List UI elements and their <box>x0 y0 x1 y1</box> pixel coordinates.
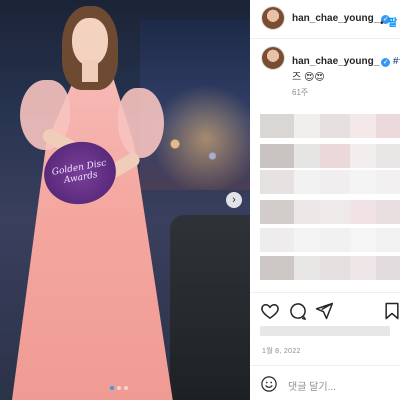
heart-icon[interactable] <box>260 301 280 321</box>
chevron-right-icon: › <box>232 194 236 206</box>
caption-line-2: 즈 😍😍 <box>292 72 325 83</box>
bookmark-icon[interactable] <box>382 301 400 321</box>
caption: han_chae_young_✓ #골 즈 😍😍 61주 <box>250 40 400 98</box>
comment-row <box>260 256 400 280</box>
separator-dot: • <box>380 18 384 29</box>
blurred-comments <box>260 110 400 290</box>
comment-row <box>260 114 400 138</box>
neck <box>82 60 98 82</box>
send-icon[interactable] <box>314 301 334 321</box>
comment-row <box>260 200 400 224</box>
follow-button[interactable]: 팔 <box>388 18 397 29</box>
comment-row <box>260 144 400 168</box>
award-text: Golden Disc Awards <box>51 158 108 186</box>
post-header: han_chae_young_ ✓ • 팔 <box>250 0 400 39</box>
caption-hashtag[interactable]: #골 <box>393 56 400 67</box>
caption-username[interactable]: han_chae_young_ <box>292 56 379 67</box>
comment-row <box>260 228 400 252</box>
right-sleeve <box>118 88 164 158</box>
caption-age: 61주 <box>292 88 309 97</box>
post-date: 1월 8, 2022 <box>262 348 301 355</box>
avatar[interactable] <box>262 7 284 29</box>
carousel-dot <box>124 386 128 390</box>
comment-row <box>260 170 400 194</box>
avatar[interactable] <box>262 47 284 69</box>
post-photo[interactable]: Golden Disc Awards › <box>0 0 250 400</box>
post-sidebar: han_chae_young_✓ • 팔 han_chae_young_✓ #골… <box>250 0 400 400</box>
header-username[interactable]: han_chae_young_ ✓ <box>292 13 391 24</box>
header-tail: • 팔 <box>380 13 397 31</box>
face <box>72 18 108 66</box>
action-bar <box>250 292 400 327</box>
comment-input[interactable]: 댓글 달기... <box>288 378 336 393</box>
username-text[interactable]: han_chae_young_ <box>292 13 379 24</box>
carousel-dot <box>110 386 114 390</box>
comment-icon[interactable] <box>288 301 308 321</box>
smiley-icon[interactable] <box>260 375 278 393</box>
background-chair <box>170 215 250 400</box>
carousel-dots <box>110 386 128 390</box>
likes-count-blurred <box>260 326 390 336</box>
carousel-next-button[interactable]: › <box>226 192 242 208</box>
caption-line-1: han_chae_young_✓ #골 <box>292 52 400 67</box>
add-comment-bar: 댓글 달기... <box>250 365 400 401</box>
carousel-dot <box>117 386 121 390</box>
verified-badge-icon: ✓ <box>381 58 391 67</box>
